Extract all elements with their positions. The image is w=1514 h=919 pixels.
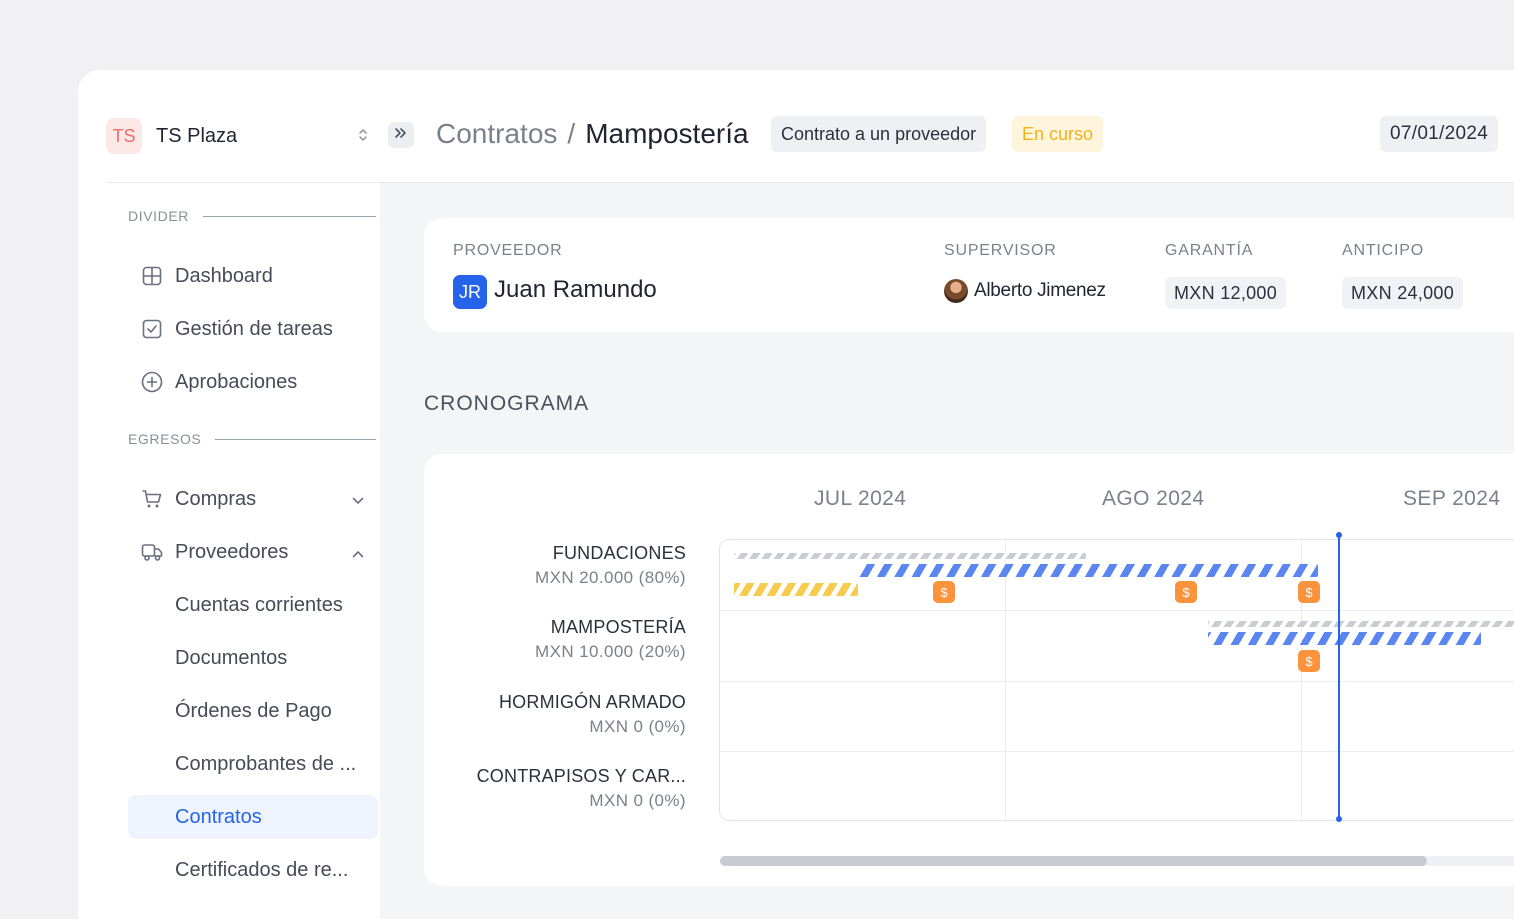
payment-icon[interactable]: $ — [1298, 581, 1320, 603]
contract-info-card: PROVEEDOR JR Juan Ramundo SUPERVISOR Alb… — [424, 218, 1514, 332]
sidebar-item-cuentas-corrientes[interactable]: Cuentas corrientes — [128, 583, 378, 627]
month-label: AGO 2024 — [1102, 487, 1205, 510]
gantt-chart: JUL 2024 AGO 2024 SEP 2024 FUNDACIONES M… — [424, 454, 1514, 886]
sidebar-item-label: Proveedores — [175, 540, 289, 563]
planned-bar[interactable] — [734, 553, 1086, 559]
workspace-avatar: TS — [106, 118, 142, 154]
sidebar-item-ordenes-de-pago[interactable]: Órdenes de Pago — [128, 689, 378, 733]
page-header: Contratos / Mampostería Contrato a un pr… — [380, 70, 1514, 183]
row-value: MXN 20.000 (80%) — [535, 568, 686, 587]
sidebar-item-label: Órdenes de Pago — [175, 699, 332, 722]
today-marker-dot — [1336, 816, 1342, 822]
chevron-down-icon[interactable] — [352, 488, 364, 511]
plus-circle-icon — [140, 370, 164, 394]
sidebar-item-aprobaciones[interactable]: Aprobaciones — [128, 360, 378, 404]
sidebar-item-dashboard[interactable]: Dashboard — [128, 254, 378, 298]
row-value: MXN 10.000 (20%) — [535, 642, 686, 661]
sidebar-item-label: Documentos — [175, 646, 288, 669]
anticipo-label: ANTICIPO — [1342, 242, 1424, 259]
row-value: MXN 0 (0%) — [589, 717, 686, 736]
contract-type-tag: Contrato a un proveedor — [771, 116, 987, 152]
truck-icon — [140, 540, 164, 564]
advance-bar[interactable] — [734, 583, 858, 596]
section-line — [203, 215, 376, 217]
grid-line — [720, 751, 1514, 752]
sidebar-item-label: Cuentas corrientes — [175, 593, 343, 616]
grid-icon — [140, 264, 164, 288]
breadcrumb-separator: / — [567, 118, 576, 149]
gantt-grid: $ $ $ $ — [719, 539, 1514, 821]
supervisor-name[interactable]: Alberto Jimenez — [974, 280, 1106, 302]
chevron-updown-icon[interactable] — [358, 127, 368, 145]
sidebar-item-compras[interactable]: Compras — [128, 477, 378, 521]
breadcrumb: Contratos / Mampostería — [436, 118, 749, 150]
main-content: Contratos / Mampostería Contrato a un pr… — [380, 70, 1514, 919]
row-name: FUNDACIONES — [552, 543, 686, 563]
chevrons-right-icon — [394, 126, 408, 144]
page-title: Mampostería — [585, 118, 749, 149]
sidebar-divider — [106, 182, 397, 183]
gantt-row-label: MAMPOSTERÍA MXN 10.000 (20%) — [535, 617, 686, 662]
date-badge[interactable]: 07/01/2024 — [1380, 116, 1499, 152]
grid-line — [1005, 540, 1006, 820]
grid-line — [720, 610, 1514, 611]
scrollbar-thumb[interactable] — [720, 856, 1427, 866]
month-label: JUL 2024 — [814, 487, 907, 510]
sidebar-item-proveedores[interactable]: Proveedores — [128, 530, 378, 574]
today-marker — [1338, 534, 1340, 819]
row-name: MAMPOSTERÍA — [550, 617, 686, 637]
sidebar-item-documentos[interactable]: Documentos — [128, 636, 378, 680]
horizontal-scrollbar[interactable] — [720, 856, 1514, 866]
sidebar-item-comprobantes[interactable]: Comprobantes de ... — [128, 742, 378, 786]
sidebar-item-label: Dashboard — [175, 264, 273, 287]
gantt-row-label: HORMIGÓN ARMADO MXN 0 (0%) — [499, 692, 686, 737]
gantt-row-label: FUNDACIONES MXN 20.000 (80%) — [535, 543, 686, 588]
garantia-value: MXN 12,000 — [1165, 277, 1287, 309]
row-name: CONTRAPISOS Y CAR... — [476, 766, 686, 786]
sidebar-item-label: Aprobaciones — [175, 370, 298, 393]
planned-bar[interactable] — [1208, 621, 1514, 627]
proveedor-name[interactable]: Juan Ramundo — [494, 276, 657, 304]
progress-bar[interactable] — [1208, 632, 1481, 645]
workspace-switcher[interactable]: TS TS Plaza — [106, 118, 368, 154]
cart-icon — [140, 487, 164, 511]
section-line — [215, 438, 376, 440]
sidebar-item-label: Gestión de tareas — [175, 317, 333, 340]
sidebar-item-label: Comprobantes de ... — [175, 752, 357, 775]
sidebar-item-label: Certificados de re... — [175, 858, 349, 881]
collapse-sidebar-button[interactable] — [388, 122, 414, 148]
garantia-label: GARANTÍA — [1165, 242, 1254, 259]
row-name: HORMIGÓN ARMADO — [498, 692, 686, 712]
status-badge: En curso — [1012, 116, 1104, 152]
gantt-row-label: CONTRAPISOS Y CAR... MXN 0 (0%) — [477, 766, 686, 811]
cronograma-title: CRONOGRAMA — [424, 392, 590, 415]
supervisor-label: SUPERVISOR — [944, 242, 1057, 259]
sidebar: TS TS Plaza DIVIDER Dashboard Gestión de… — [78, 70, 398, 919]
month-label: SEP 2024 — [1403, 487, 1501, 510]
proveedor-label: PROVEEDOR — [453, 242, 563, 259]
sidebar-item-contratos[interactable]: Contratos — [128, 795, 378, 839]
payment-icon[interactable]: $ — [1298, 650, 1320, 672]
checkbox-icon — [140, 317, 164, 341]
grid-line — [720, 681, 1514, 682]
section-divider: DIVIDER — [128, 208, 376, 224]
sidebar-item-certificados[interactable]: Certificados de re... — [128, 848, 378, 892]
sidebar-item-label: Contratos — [175, 805, 262, 828]
sidebar-item-tareas[interactable]: Gestión de tareas — [128, 307, 378, 351]
payment-icon[interactable]: $ — [1175, 581, 1197, 603]
chevron-up-icon[interactable] — [352, 541, 364, 564]
progress-bar[interactable] — [858, 564, 1318, 577]
section-label: DIVIDER — [128, 208, 189, 224]
anticipo-value: MXN 24,000 — [1342, 277, 1464, 309]
breadcrumb-parent[interactable]: Contratos — [436, 118, 557, 150]
row-value: MXN 0 (0%) — [589, 791, 686, 810]
sidebar-item-label: Compras — [175, 487, 257, 510]
today-marker-dot — [1336, 532, 1342, 538]
workspace-name: TS Plaza — [156, 124, 238, 147]
proveedor-avatar: JR — [453, 275, 487, 309]
section-label: EGRESOS — [128, 431, 202, 447]
section-egresos: EGRESOS — [128, 431, 376, 447]
payment-icon[interactable]: $ — [933, 581, 955, 603]
avatar — [944, 279, 968, 303]
